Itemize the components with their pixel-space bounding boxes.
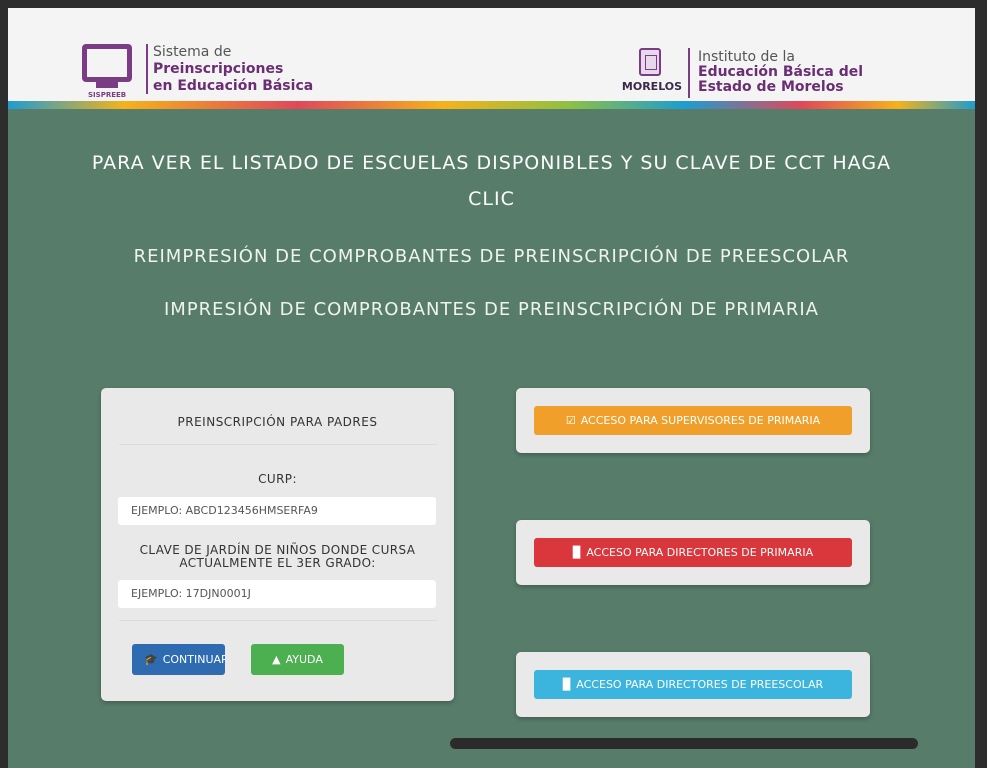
preschool-directors-access-button[interactable]: ▉ ACCESO PARA DIRECTORES DE PREESCOLAR — [534, 670, 852, 699]
color-stripe — [8, 101, 975, 109]
morelos-text: MORELOS — [621, 80, 683, 93]
supervisors-panel: ☑ ACCESO PARA SUPERVISORES DE PRIMARIA — [516, 388, 870, 453]
continue-button[interactable]: 🎓 CONTINUAR — [132, 644, 225, 675]
divider — [688, 48, 690, 98]
primary-directors-access-button[interactable]: ▉ ACCESO PARA DIRECTORES DE PRIMARIA — [534, 538, 852, 567]
system-title: Sistema de Preinscripciones en Educación… — [153, 44, 314, 94]
logo-text: SISPREEB — [88, 91, 127, 99]
kinder-label: CLAVE DE JARDÍN DE NIÑOS DONDE CURSA ACT… — [139, 543, 416, 570]
curp-label: CURP: — [258, 472, 297, 486]
seal-icon — [639, 48, 661, 76]
primary-directors-panel: ▉ ACCESO PARA DIRECTORES DE PRIMARIA — [516, 520, 870, 585]
morelos-logo[interactable]: MORELOS — [620, 48, 684, 104]
parents-form-panel: PREINSCRIPCIÓN PARA PADRES CURP: CLAVE D… — [101, 388, 454, 701]
page-frame: SISPREEB Sistema de Preinscripciones en … — [8, 8, 975, 768]
help-button[interactable]: ▲ AYUDA — [251, 644, 344, 675]
sispreeb-logo[interactable]: SISPREEB — [80, 42, 140, 100]
divider — [146, 44, 148, 94]
document-icon: ▉ — [562, 678, 572, 691]
horizontal-scrollbar[interactable] — [450, 738, 918, 749]
monitor-icon — [82, 44, 132, 82]
kinder-input[interactable] — [118, 580, 436, 608]
curp-input[interactable] — [118, 497, 436, 525]
print-primary-link[interactable]: IMPRESIÓN DE COMPROBANTES DE PREINSCRIPC… — [8, 299, 975, 320]
warning-icon: ▲ — [272, 653, 281, 666]
document-icon: ▉ — [572, 546, 582, 559]
reprint-preschool-link[interactable]: REIMPRESIÓN DE COMPROBANTES DE PREINSCRI… — [8, 246, 975, 267]
institute-title: Instituto de la Educación Básica del Est… — [698, 49, 864, 95]
form-title: PREINSCRIPCIÓN PARA PADRES — [177, 415, 378, 429]
site-header: SISPREEB Sistema de Preinscripciones en … — [8, 8, 975, 104]
graduation-cap-icon: 🎓 — [144, 653, 158, 666]
preschool-directors-panel: ▉ ACCESO PARA DIRECTORES DE PREESCOLAR — [516, 652, 870, 717]
supervisors-access-button[interactable]: ☑ ACCESO PARA SUPERVISORES DE PRIMARIA — [534, 406, 852, 435]
schools-list-link[interactable]: PARA VER EL LISTADO DE ESCUELAS DISPONIB… — [8, 152, 975, 210]
checkbox-edit-icon: ☑ — [565, 414, 576, 427]
